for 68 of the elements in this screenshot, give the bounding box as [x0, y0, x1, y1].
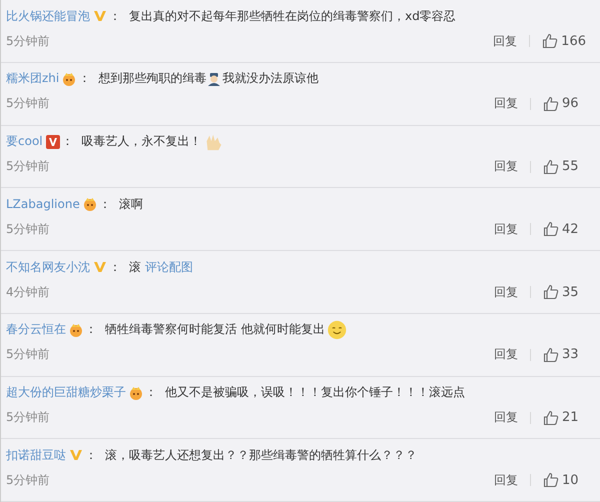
image-link[interactable]: 评论配图	[145, 258, 193, 276]
comment-text: 牺牲缉毒警察何时能复活 他就何时能复出	[105, 321, 325, 338]
crown-face-icon	[82, 197, 97, 212]
comment-time: 5分钟前	[6, 472, 51, 489]
comment-text: 复出真的对不起每年那些牺牲在岗位的缉毒警察们，xd零容忍	[129, 8, 456, 24]
thumbs-up-icon[interactable]	[543, 221, 559, 238]
like-count: 10	[562, 472, 580, 488]
reply-link[interactable]: 回复	[494, 95, 518, 112]
comment-text: 他又不是被骗吸，误吸！！！复出你个锤子！！！滚远点	[165, 384, 465, 401]
v-badge-icon	[93, 260, 107, 274]
like-count: 55	[562, 159, 580, 174]
v-badge-icon	[69, 448, 83, 462]
comment-time: 4分钟前	[6, 284, 51, 300]
v-badge-icon	[93, 9, 107, 23]
comment-text: 我就没办法原谅他	[222, 70, 318, 88]
comment-text: 想到那些殉职的缉毒	[98, 70, 206, 88]
comment-time: 5分钟前	[6, 95, 51, 112]
like-count: 166	[561, 34, 586, 48]
reply-link[interactable]: 回复	[493, 32, 518, 50]
user-name[interactable]: 要cool	[6, 133, 43, 150]
comment-time: 5分钟前	[6, 32, 51, 50]
comment-text: 滚啊	[118, 196, 143, 213]
thumbs-up-icon[interactable]	[543, 158, 559, 174]
user-name[interactable]: 扣诺甜豆哒	[6, 446, 66, 464]
colon: ：	[109, 8, 121, 24]
reply-link[interactable]: 回复	[494, 284, 518, 300]
comment-time: 5分钟前	[6, 158, 51, 175]
comment-time: 5分钟前	[6, 346, 51, 364]
colon: ：	[145, 384, 157, 401]
comment-text: 滚，吸毒艺人还想复出？？那些缉毒警的牺牲算什么？？？	[105, 446, 417, 464]
thumbs-up-icon[interactable]	[543, 284, 559, 300]
user-name[interactable]: 糯米团zhi	[6, 70, 60, 88]
reply-link[interactable]: 回复	[494, 409, 518, 426]
crown-face-icon	[62, 72, 76, 86]
thumbs-up-icon[interactable]	[542, 33, 558, 49]
colon: ：	[109, 258, 121, 276]
like-count: 42	[562, 222, 580, 237]
user-name[interactable]: LZabaglione	[6, 197, 80, 212]
reply-link[interactable]: 回复	[494, 346, 518, 364]
colon: ：	[85, 321, 97, 338]
like-count: 35	[562, 284, 580, 300]
comment-text: 滚	[129, 258, 141, 276]
smile-emoji-icon	[326, 320, 347, 340]
reply-link[interactable]: 回复	[494, 158, 518, 175]
user-name[interactable]: 比火锅还能冒泡	[6, 8, 90, 24]
comment-text: 吸毒艺人，永不复出！	[82, 133, 202, 150]
colon: ：	[85, 446, 97, 464]
like-count: 33	[562, 347, 580, 362]
reply-link[interactable]: 回复	[494, 220, 518, 238]
like-count: 96	[562, 96, 580, 112]
user-name[interactable]: 春分云恒在	[6, 321, 66, 338]
colon: ：	[98, 196, 111, 213]
user-name[interactable]: 不知名网友小沈	[6, 258, 90, 276]
colon: ：	[78, 70, 90, 88]
police-emoji-icon	[207, 72, 222, 86]
like-count: 21	[562, 410, 580, 425]
thumbs-up-icon[interactable]	[543, 96, 559, 112]
crown-face-icon	[129, 386, 143, 400]
thumbs-up-icon[interactable]	[543, 410, 559, 426]
user-name[interactable]: 超大份的巨甜糖炒栗子	[6, 384, 126, 401]
comment-time: 5分钟前	[6, 409, 51, 426]
thumbs-up-icon[interactable]	[543, 346, 559, 363]
thumbs-up-icon[interactable]	[543, 472, 559, 488]
reply-link[interactable]: 回复	[494, 472, 518, 489]
v-badge-icon	[46, 134, 60, 148]
colon: ：	[62, 133, 74, 150]
crown-face-icon	[69, 322, 83, 337]
comment-time: 5分钟前	[6, 220, 51, 238]
